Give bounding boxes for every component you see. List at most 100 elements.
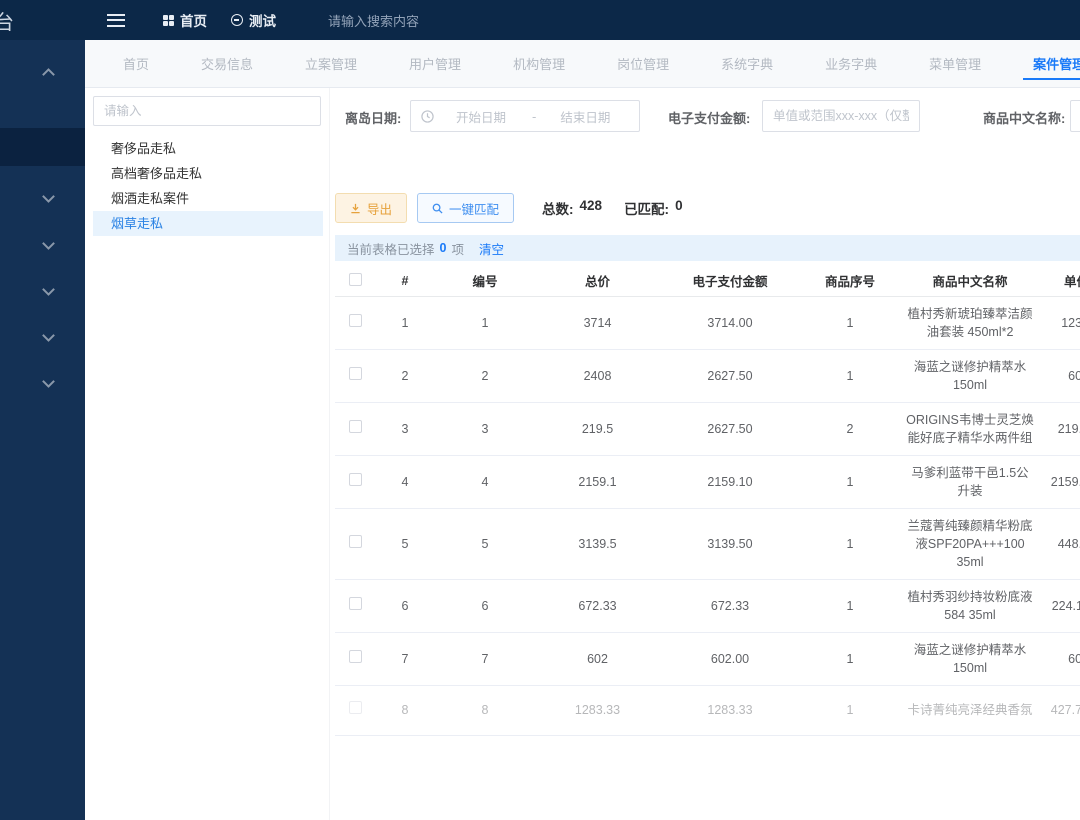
tab-6[interactable]: 岗位管理 <box>591 41 695 87</box>
row-checkbox[interactable] <box>349 367 362 380</box>
sidebar-active-item[interactable] <box>0 128 85 166</box>
tab-label: 用户管理 <box>409 54 461 73</box>
table-cell: 219.5 <box>1040 402 1080 455</box>
clock-icon <box>421 110 434 123</box>
hamburger-menu-icon[interactable] <box>107 14 125 27</box>
tab-label: 案件管理 <box>1033 54 1080 73</box>
clear-selection-link[interactable]: 清空 <box>479 239 504 258</box>
table-cell: 1 <box>800 579 900 632</box>
product-name-input[interactable] <box>1070 100 1080 132</box>
table-stats: 总数: 428 已匹配: 0 <box>542 198 683 218</box>
chevron-up-icon[interactable] <box>44 65 54 75</box>
case-tree-panel: 奢侈品走私高档奢侈品走私烟酒走私案件烟草走私 <box>85 88 330 820</box>
matched-label: 已匹配: <box>624 198 669 218</box>
tree-item[interactable]: 高档奢侈品走私 <box>93 161 323 186</box>
tab-9[interactable]: 菜单管理 <box>903 41 1007 87</box>
chevron-down-icon[interactable] <box>44 375 54 385</box>
date-range-picker[interactable]: 开始日期 - 结束日期 <box>410 100 640 132</box>
table-cell: 2408 <box>535 349 660 402</box>
table-cell: 6 <box>375 579 435 632</box>
table-row: 33219.52627.502ORIGINS韦博士灵芝焕能好底子精华水两件组21… <box>335 402 1080 455</box>
tab-10[interactable]: 案件管理× <box>1007 41 1080 87</box>
table-cell: 2159.1 <box>535 455 660 508</box>
table-toolbar: 导出 一键匹配 总数: 428 已匹配: 0 <box>335 192 683 224</box>
column-header: 电子支付金额 <box>660 266 800 296</box>
table-cell: 672.33 <box>535 579 660 632</box>
tree-item[interactable]: 烟酒走私案件 <box>93 186 323 211</box>
collapsed-sidebar <box>0 40 85 820</box>
tab-1[interactable]: 首页 <box>97 41 175 87</box>
table-cell: 448.5 <box>1040 508 1080 579</box>
column-header: 总价 <box>535 266 660 296</box>
tab-label: 交易信息 <box>201 54 253 73</box>
chevron-down-icon[interactable] <box>44 190 54 200</box>
table-cell: 1 <box>800 508 900 579</box>
row-checkbox[interactable] <box>349 650 362 663</box>
match-button-label: 一键匹配 <box>449 199 499 218</box>
table-cell: 2 <box>375 349 435 402</box>
date-end-placeholder[interactable]: 结束日期 <box>560 107 610 126</box>
global-search-input[interactable]: 请输入搜索内容 <box>328 11 419 30</box>
table-row: 77602602.001海蓝之谜修护精萃水 150ml602 <box>335 632 1080 685</box>
epay-amount-input[interactable] <box>762 100 920 132</box>
total-label: 总数: <box>542 198 574 218</box>
dashboard-grid-icon <box>163 15 174 26</box>
one-click-match-button[interactable]: 一键匹配 <box>417 193 514 223</box>
row-checkbox[interactable] <box>349 314 362 327</box>
table-cell: 2159.1 <box>1040 455 1080 508</box>
export-button-label: 导出 <box>367 199 392 218</box>
tab-7[interactable]: 系统字典 <box>695 41 799 87</box>
table-cell: 2159.10 <box>660 455 800 508</box>
table-cell: 602 <box>535 632 660 685</box>
table-cell: 卡诗菁纯亮泽经典香氛 <box>900 685 1040 735</box>
tab-label: 机构管理 <box>513 54 565 73</box>
row-checkbox[interactable] <box>349 535 362 548</box>
tab-label: 立案管理 <box>305 54 357 73</box>
row-checkbox[interactable] <box>349 473 362 486</box>
tree-item[interactable]: 奢侈品走私 <box>93 136 323 161</box>
tab-4[interactable]: 用户管理 <box>383 41 487 87</box>
navbar-home-tab[interactable]: 首页 <box>163 10 207 30</box>
row-checkbox[interactable] <box>349 420 362 433</box>
chevron-down-icon[interactable] <box>44 329 54 339</box>
tab-2[interactable]: 交易信息 <box>175 41 279 87</box>
tab-8[interactable]: 业务字典 <box>799 41 903 87</box>
table-cell: 1 <box>435 296 535 349</box>
select-all-checkbox[interactable] <box>349 273 362 286</box>
epay-filter-label: 电子支付金额: <box>668 108 750 127</box>
results-table: #编号总价电子支付金额商品序号商品中文名称单价 1137143714.001植村… <box>335 266 1080 736</box>
table-cell: 1 <box>375 296 435 349</box>
matched-value: 0 <box>675 198 683 218</box>
row-checkbox[interactable] <box>349 701 362 714</box>
name-filter-label: 商品中文名称: <box>983 108 1065 127</box>
table-cell: 3 <box>435 402 535 455</box>
download-icon <box>350 203 361 214</box>
tab-label: 业务字典 <box>825 54 877 73</box>
tree-search-input[interactable] <box>93 96 321 126</box>
column-header: 商品序号 <box>800 266 900 296</box>
filter-row: 离岛日期: 开始日期 - 结束日期 电子支付金额: 商品中文名称: <box>330 100 1080 132</box>
table-cell: 224.11 <box>1040 579 1080 632</box>
navbar-test-tab[interactable]: 测试 <box>231 10 276 30</box>
table-cell: 1 <box>800 349 900 402</box>
tab-label: 系统字典 <box>721 54 773 73</box>
chevron-down-icon[interactable] <box>44 283 54 293</box>
column-header: 商品中文名称 <box>900 266 1040 296</box>
table-cell: 2 <box>800 402 900 455</box>
tab-5[interactable]: 机构管理 <box>487 41 591 87</box>
table-cell: 5 <box>435 508 535 579</box>
navbar-test-label: 测试 <box>249 10 276 30</box>
tree-item[interactable]: 烟草走私 <box>93 211 323 236</box>
tab-label: 岗位管理 <box>617 54 669 73</box>
chevron-down-icon[interactable] <box>44 237 54 247</box>
date-start-placeholder[interactable]: 开始日期 <box>456 107 506 126</box>
export-button[interactable]: 导出 <box>335 193 407 223</box>
date-filter-label: 离岛日期: <box>345 108 401 127</box>
table-cell: 1238 <box>1040 296 1080 349</box>
table-cell: 602.00 <box>660 632 800 685</box>
table-row: 881283.331283.331卡诗菁纯亮泽经典香氛427.78 <box>335 685 1080 735</box>
select-all-header <box>335 266 375 296</box>
tab-label: 首页 <box>123 54 149 73</box>
tab-3[interactable]: 立案管理 <box>279 41 383 87</box>
row-checkbox[interactable] <box>349 597 362 610</box>
